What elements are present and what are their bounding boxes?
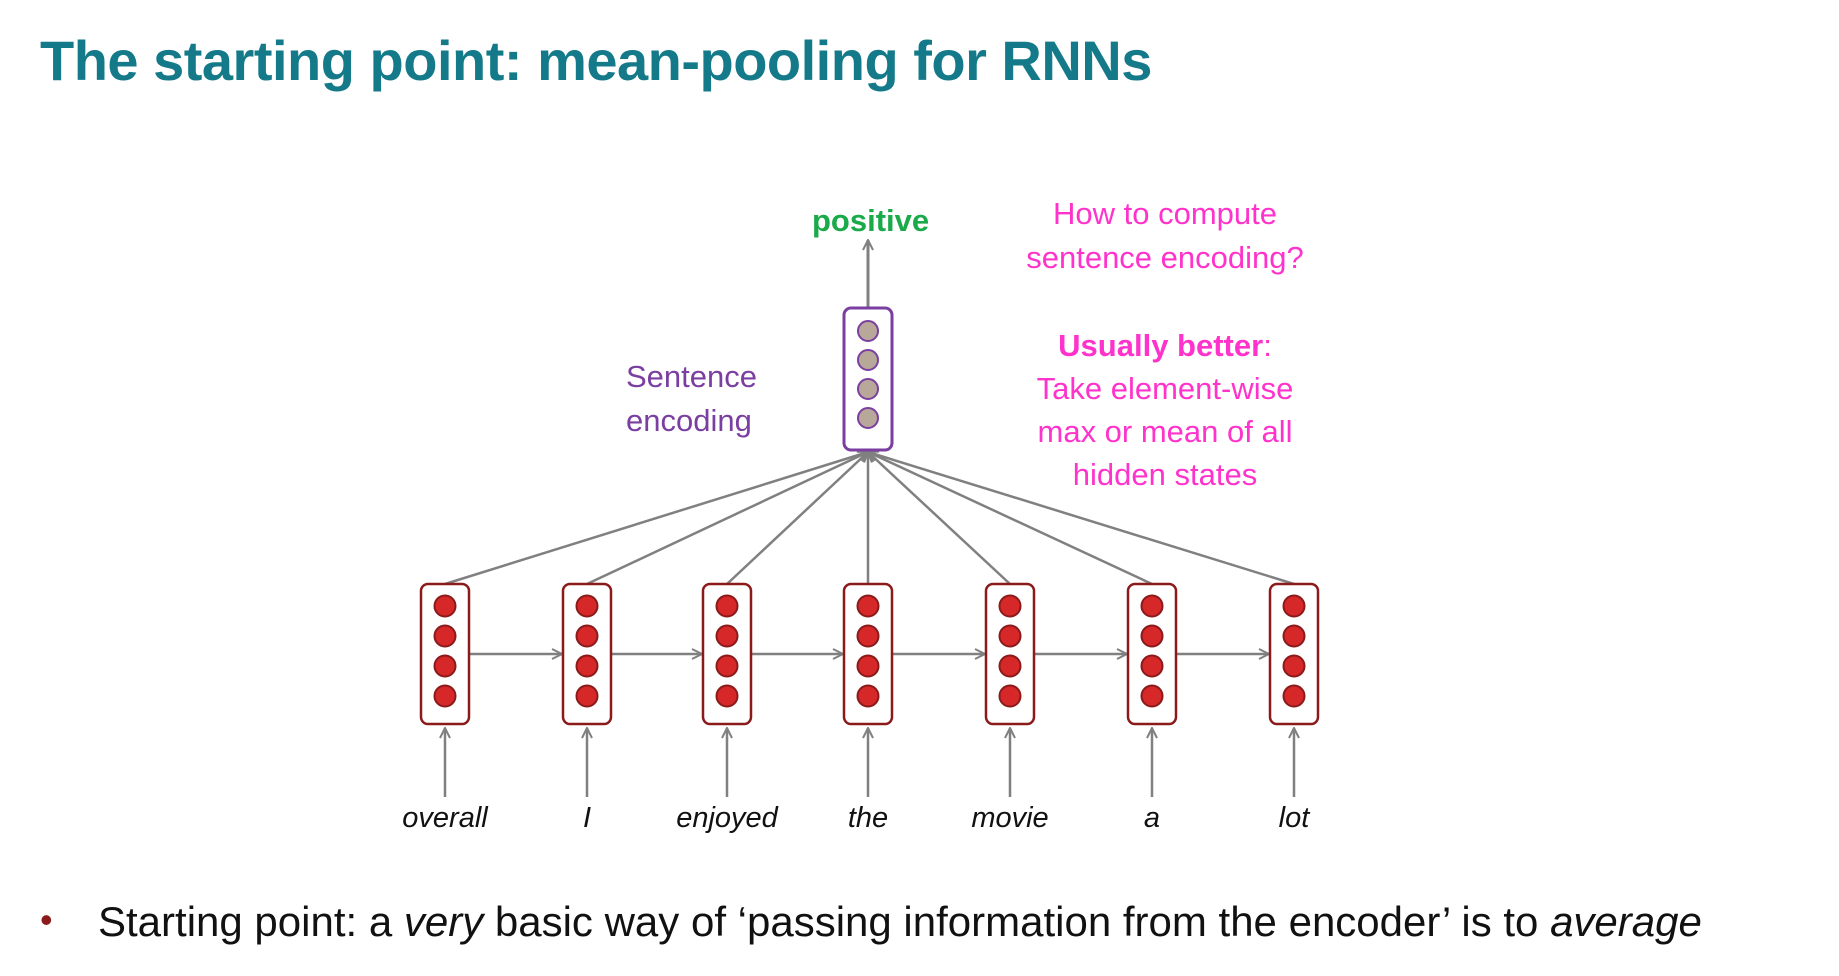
hidden-unit: [1282, 594, 1306, 618]
hidden-state-vector: [1268, 582, 1320, 726]
word-label: the: [847, 802, 889, 834]
hidden-unit: [998, 684, 1022, 708]
pooling-line: [586, 452, 868, 586]
hidden-state-vector: [984, 582, 1036, 726]
hidden-unit: [1282, 654, 1306, 678]
answer-annotation: Usually better: Take element-wise max or…: [965, 324, 1365, 496]
answer-colon: :: [1263, 328, 1272, 363]
pooling-line: [444, 452, 868, 586]
bullet-emphasis-very: very: [403, 898, 484, 945]
input-arrows: [445, 728, 1294, 797]
word-label: movie: [971, 802, 1049, 834]
hidden-unit: [433, 654, 457, 678]
hidden-unit: [998, 594, 1022, 618]
encoding-unit: [857, 349, 879, 371]
hidden-state-vector: [701, 582, 753, 726]
word-label: lot: [1278, 802, 1310, 834]
answer-line3: hidden states: [1072, 457, 1258, 492]
hidden-unit: [1282, 624, 1306, 648]
hidden-unit: [575, 654, 599, 678]
encoding-unit: [857, 320, 879, 342]
bullet-text-middle: basic way of ‘passing information from t…: [483, 898, 1551, 945]
hidden-unit: [1140, 654, 1164, 678]
hidden-unit: [856, 624, 880, 648]
hidden-unit: [575, 624, 599, 648]
question-line2: sentence encoding?: [1026, 240, 1304, 275]
hidden-unit: [1140, 624, 1164, 648]
answer-line1: Take element-wise: [1036, 371, 1294, 406]
sentence-encoding-label: Sentence encoding: [626, 355, 806, 443]
output-label-positive: positive: [812, 203, 930, 238]
answer-bold: Usually better: [1058, 328, 1264, 363]
hidden-state-vector: [419, 582, 471, 726]
hidden-unit: [575, 684, 599, 708]
bullet-text-before: Starting point: a: [98, 898, 404, 945]
hidden-unit: [715, 624, 739, 648]
hidden-unit: [433, 684, 457, 708]
hidden-unit: [1140, 594, 1164, 618]
hidden-state-vector: [1126, 582, 1178, 726]
hidden-unit: [856, 684, 880, 708]
hidden-state-vector: [842, 582, 894, 726]
question-annotation: How to compute sentence encoding?: [965, 192, 1365, 280]
bullet-marker: •: [40, 899, 53, 940]
hidden-unit: [998, 654, 1022, 678]
bullet-emphasis-average: average: [1550, 898, 1702, 945]
question-line1: How to compute: [1053, 196, 1277, 231]
sentence-encoding-label-line1: Sentence: [626, 359, 757, 394]
hidden-unit: [575, 594, 599, 618]
word-label: enjoyed: [676, 802, 778, 834]
hidden-unit: [433, 624, 457, 648]
hidden-unit: [856, 654, 880, 678]
encoding-unit: [857, 378, 879, 400]
word-label: overall: [402, 802, 488, 834]
hidden-unit: [715, 654, 739, 678]
sentence-encoding-label-line2: encoding: [626, 403, 752, 438]
bullet-point: • Starting point: a very basic way of ‘pa…: [40, 898, 1702, 946]
hidden-unit: [1282, 684, 1306, 708]
hidden-unit: [998, 624, 1022, 648]
hidden-unit: [715, 684, 739, 708]
pooling-line: [726, 452, 868, 585]
hidden-unit: [715, 594, 739, 618]
word-label: I: [582, 802, 592, 834]
sentence-encoding-vector: [842, 306, 894, 452]
encoding-unit: [857, 407, 879, 429]
hidden-unit: [856, 594, 880, 618]
answer-line2: max or mean of all: [1037, 414, 1293, 449]
hidden-unit: [1140, 684, 1164, 708]
hidden-state-vector: [561, 582, 613, 726]
word-label: a: [1143, 802, 1161, 834]
hidden-unit: [433, 594, 457, 618]
